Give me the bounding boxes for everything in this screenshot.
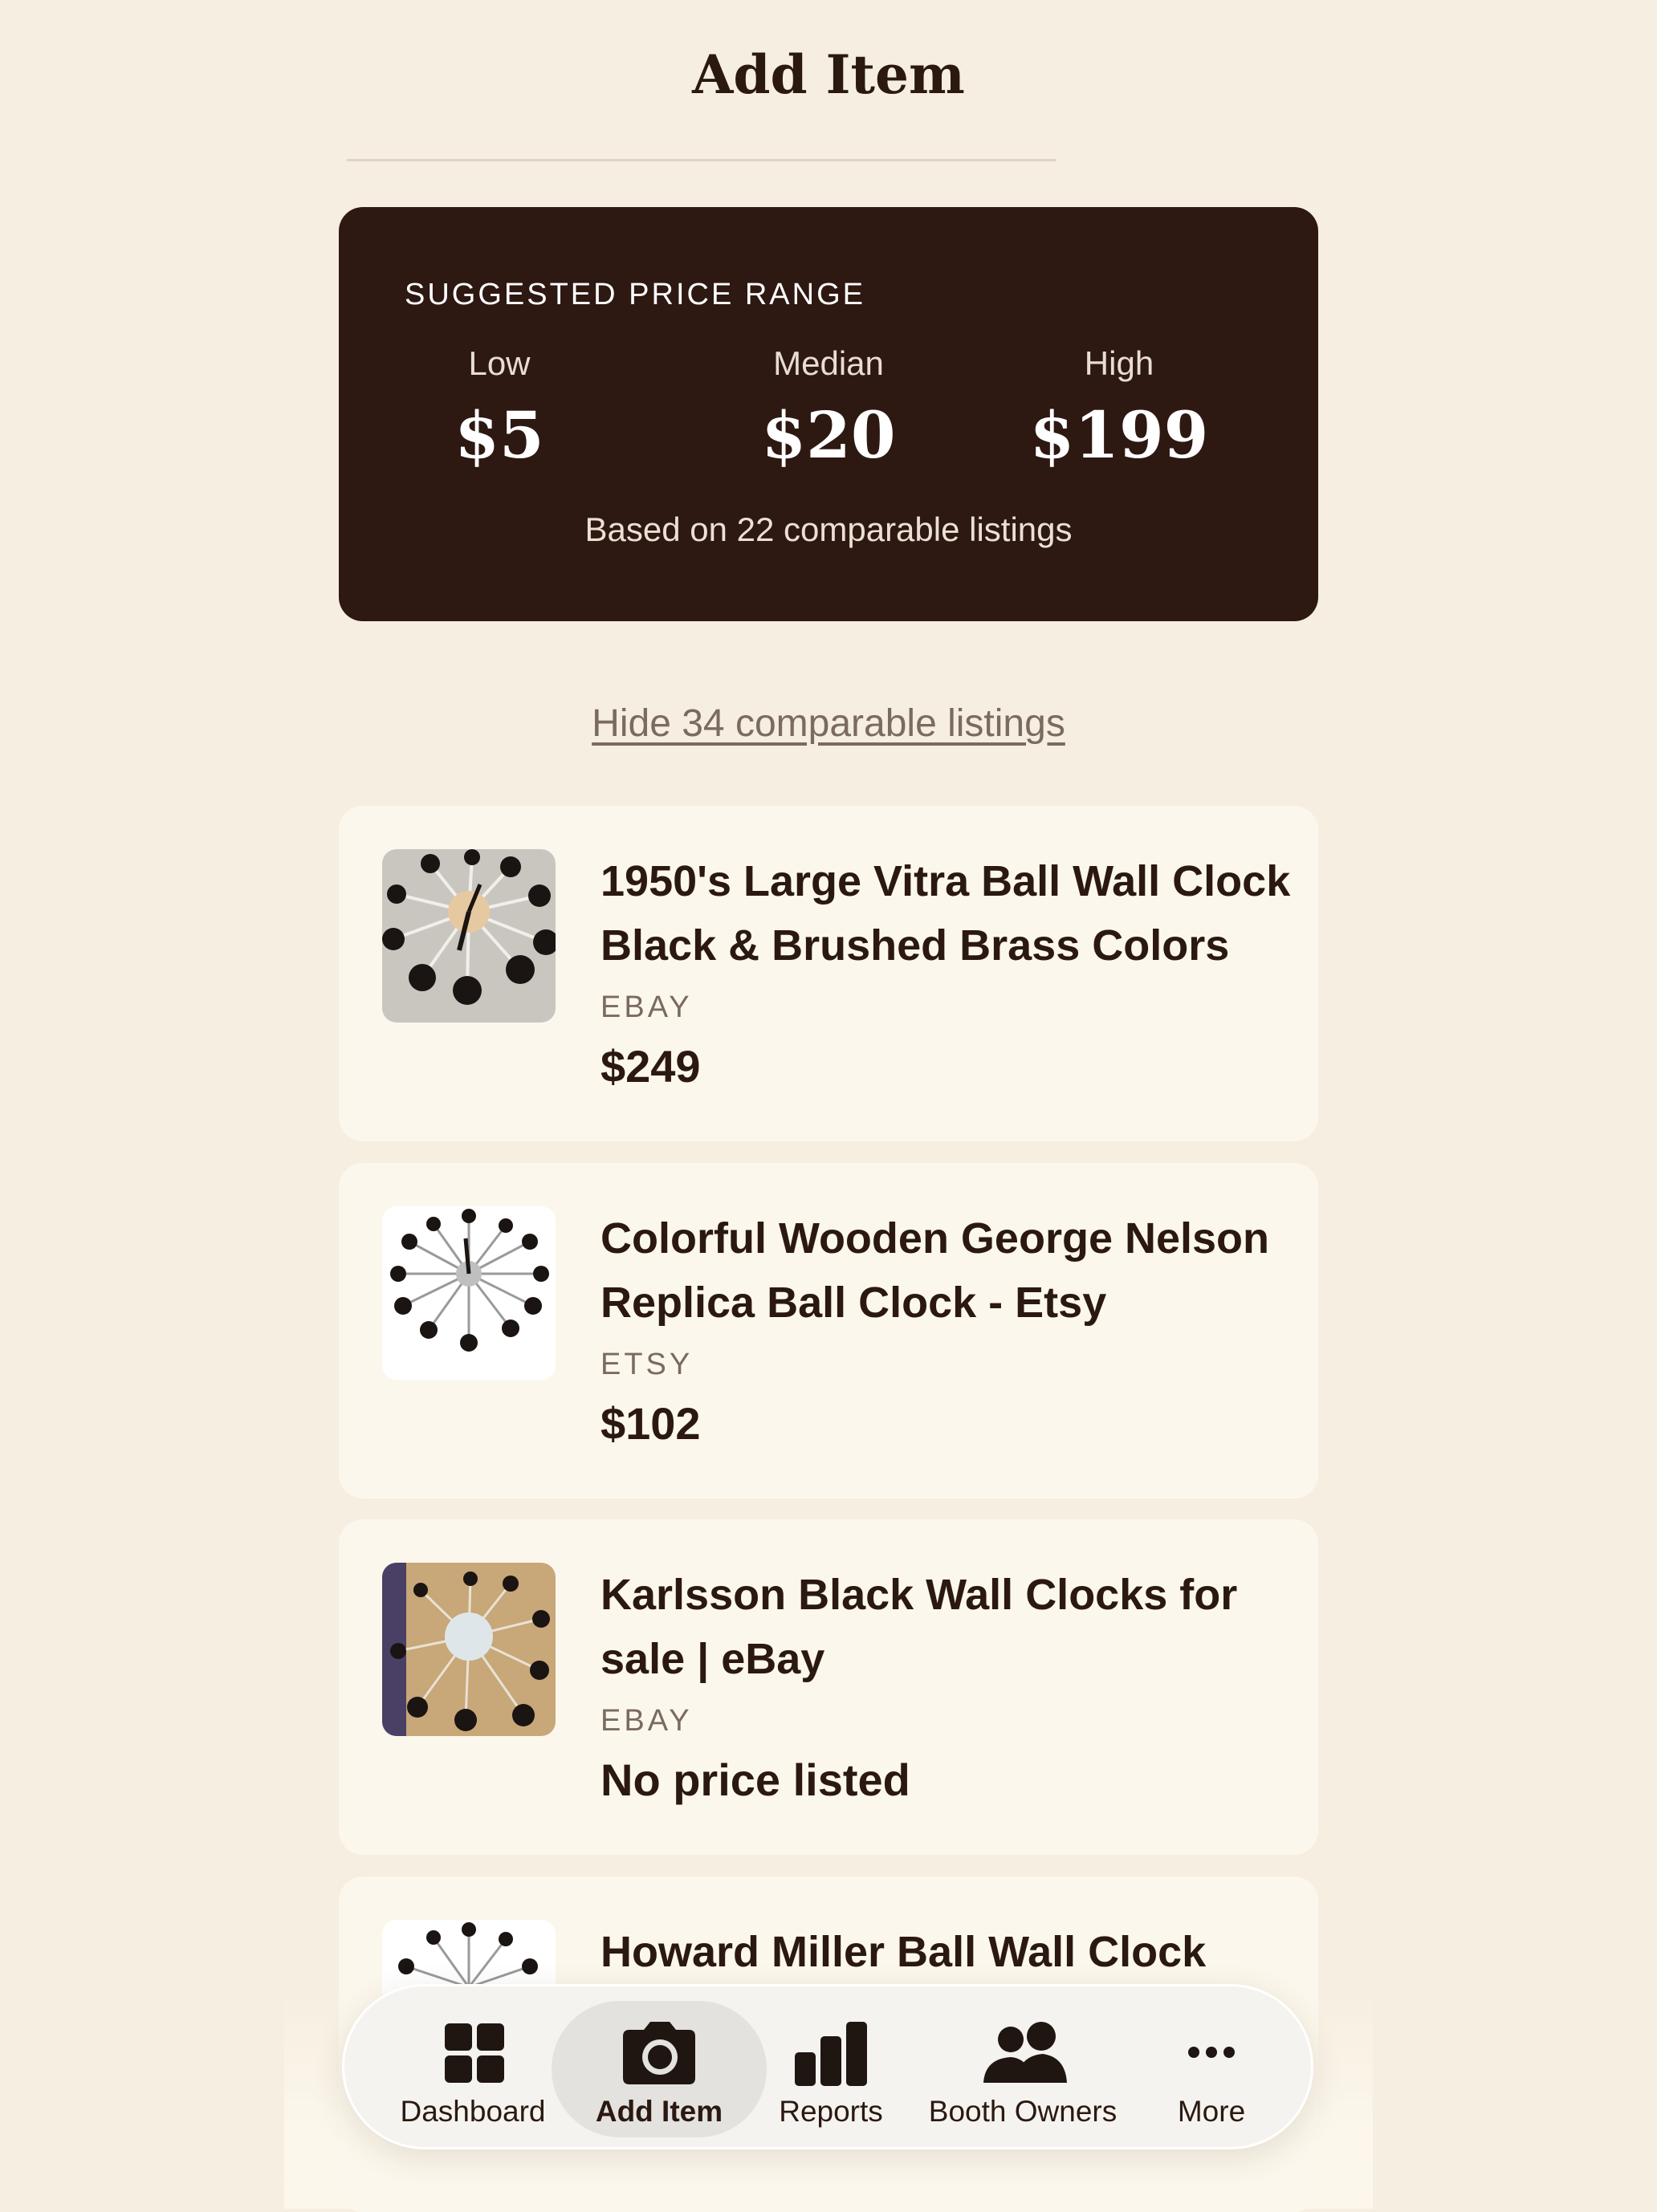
- price-range-basis: Based on 22 comparable listings: [584, 510, 1073, 548]
- tab-label: Dashboard: [400, 2095, 546, 2128]
- tab-label: Add Item: [595, 2095, 723, 2128]
- price-low-label: Low: [468, 344, 531, 382]
- listing-card[interactable]: Colorful Wooden George Nelson Replica Ba…: [339, 1163, 1318, 1498]
- tab-more[interactable]: More: [1147, 1986, 1276, 2147]
- price-median-value: $20: [761, 397, 896, 473]
- listing-title: Karlsson Black Wall Clocks for sale | eB…: [601, 1571, 1238, 1683]
- price-high-value: $199: [1029, 397, 1209, 473]
- price-low: Low $5: [363, 344, 636, 474]
- price-high-label: High: [1084, 344, 1154, 382]
- ball-clock-image-icon: [382, 849, 556, 1023]
- suggested-price-card: SUGGESTED PRICE RANGE Low $5 Median $20 …: [339, 207, 1318, 621]
- tab-dashboard[interactable]: Dashboard: [393, 1986, 553, 2147]
- page-title: Add Item: [692, 43, 965, 106]
- bar-chart-icon: [787, 2019, 875, 2091]
- price-median: Median $20: [692, 344, 965, 474]
- listing-card[interactable]: 1950's Large Vitra Ball Wall Clock Black…: [339, 806, 1318, 1141]
- ball-clock-image-icon: [382, 1206, 556, 1380]
- listing-card[interactable]: Karlsson Black Wall Clocks for sale | eB…: [339, 1519, 1318, 1855]
- camera-icon: [615, 2019, 703, 2091]
- tab-booth-owners[interactable]: Booth Owners: [906, 1986, 1139, 2147]
- listing-source: EBAY: [601, 1704, 693, 1738]
- listing-thumbnail: [382, 1563, 556, 1736]
- price-low-value: $5: [454, 397, 544, 473]
- listing-thumbnail: [382, 1206, 556, 1380]
- tab-label: More: [1177, 2095, 1246, 2128]
- listing-price: No price listed: [601, 1755, 910, 1805]
- listing-source: ETSY: [601, 1348, 694, 1381]
- listing-source: EBAY: [601, 990, 693, 1024]
- price-high: High $199: [983, 344, 1256, 474]
- tab-label: Reports: [779, 2095, 883, 2128]
- listing-price: $102: [601, 1398, 701, 1449]
- listing-thumbnail: [382, 849, 556, 1023]
- grid-icon: [429, 2019, 517, 2091]
- listing-title: 1950's Large Vitra Ball Wall Clock Black…: [601, 857, 1291, 970]
- price-median-label: Median: [773, 344, 884, 382]
- price-range-heading: SUGGESTED PRICE RANGE: [405, 278, 865, 311]
- listing-title: Howard Miller Ball Wall Clock: [601, 1928, 1207, 1976]
- more-icon: [1167, 2019, 1256, 2091]
- tab-reports[interactable]: Reports: [752, 1986, 910, 2147]
- people-icon: [979, 2019, 1067, 2091]
- listing-title: Colorful Wooden George Nelson Replica Ba…: [601, 1214, 1270, 1327]
- header-divider: [347, 159, 1056, 161]
- tab-add-item[interactable]: Add Item: [574, 1986, 744, 2147]
- tab-label: Booth Owners: [928, 2095, 1118, 2128]
- hide-comparables-link[interactable]: Hide 34 comparable listings: [0, 700, 1657, 748]
- ball-clock-image-icon: [382, 1563, 556, 1736]
- bottom-tab-bar: Dashboard Add Item Reports Booth Owners …: [342, 1984, 1313, 2149]
- listing-price: $249: [601, 1041, 701, 1092]
